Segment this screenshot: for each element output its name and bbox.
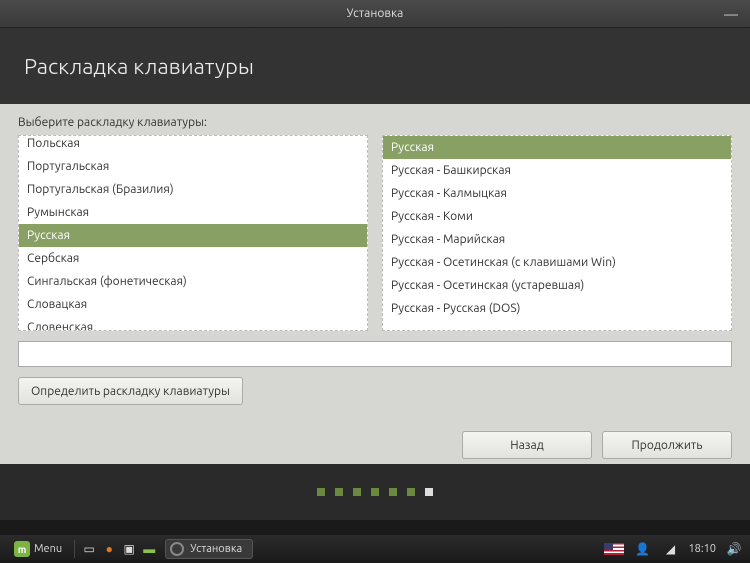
firefox-icon[interactable]: ● [100, 540, 118, 558]
page-title: Раскладка клавиатуры [24, 54, 254, 79]
taskbar-tray: 👤 ◢ 18:10 🔊 [604, 540, 744, 558]
layout-item[interactable]: Словацкая [19, 293, 367, 316]
layout-lists: ПольскаяПортугальскаяПортугальская (Браз… [18, 135, 732, 331]
show-desktop-icon[interactable]: ▭ [80, 540, 98, 558]
user-icon[interactable]: 👤 [633, 540, 651, 558]
progress-dot [389, 488, 397, 496]
layout-item[interactable]: Русская [19, 224, 367, 247]
variant-item[interactable]: Русская - Башкирская [383, 159, 731, 182]
taskbar-separator [74, 540, 75, 558]
installer-app-icon [170, 542, 184, 556]
variant-item[interactable]: Русская - Калмыцкая [383, 182, 731, 205]
layouts-listbox[interactable]: ПольскаяПортугальскаяПортугальская (Браз… [18, 135, 368, 331]
variant-item[interactable]: Русская - Осетинская (с клавишами Win) [383, 251, 731, 274]
detect-layout-button[interactable]: Определить раскладку клавиатуры [18, 377, 243, 405]
terminal-icon[interactable]: ▣ [120, 540, 138, 558]
continue-button[interactable]: Продолжить [602, 431, 732, 459]
variant-item[interactable]: Русская - Осетинская (устаревшая) [383, 274, 731, 297]
taskbar: m Menu ▭ ● ▣ ▬ Установка 👤 ◢ 18:10 🔊 [0, 535, 750, 563]
variant-item[interactable]: Русская - Марийская [383, 228, 731, 251]
prompt-label: Выберите раскладку клавиатуры: [18, 116, 732, 129]
progress-dot [407, 488, 415, 496]
layout-item[interactable]: Сербская [19, 247, 367, 270]
progress-dot [371, 488, 379, 496]
window-title: Установка [347, 7, 404, 20]
keyboard-test-input[interactable] [18, 341, 732, 367]
back-button[interactable]: Назад [462, 431, 592, 459]
taskbar-app-installer[interactable]: Установка [165, 539, 253, 559]
layout-item[interactable]: Португальская (Бразилия) [19, 178, 367, 201]
clock[interactable]: 18:10 [688, 543, 716, 555]
content-area: Выберите раскладку клавиатуры: ПольскаяП… [0, 104, 750, 464]
progress-dot [317, 488, 325, 496]
variants-listbox[interactable]: РусскаяРусская - БашкирскаяРусская - Кал… [382, 135, 732, 331]
window-titlebar: Установка — [0, 0, 750, 28]
taskbar-app-label: Установка [190, 543, 242, 555]
progress-dot [425, 488, 433, 496]
variant-item[interactable]: Русская [383, 136, 731, 159]
window-minimize-button[interactable]: — [724, 9, 738, 19]
variant-item[interactable]: Русская - Русская (DOS) [383, 297, 731, 320]
mint-logo-icon: m [14, 541, 30, 557]
keyboard-layout-flag-icon[interactable] [604, 543, 624, 555]
progress-dot [353, 488, 361, 496]
layout-item[interactable]: Словенская [19, 316, 367, 331]
network-icon[interactable]: ◢ [661, 540, 679, 558]
layout-item[interactable]: Португальская [19, 155, 367, 178]
progress-dot [335, 488, 343, 496]
nav-row: Назад Продолжить [18, 431, 732, 459]
menu-button[interactable]: m Menu [6, 539, 70, 559]
variant-item[interactable]: Русская - Коми [383, 205, 731, 228]
layout-item[interactable]: Польская [19, 135, 367, 155]
volume-icon[interactable]: 🔊 [725, 540, 743, 558]
progress-dots [0, 464, 750, 520]
header-band: Раскладка клавиатуры [0, 28, 750, 104]
menu-label: Menu [34, 543, 62, 555]
files-icon[interactable]: ▬ [140, 540, 158, 558]
layout-item[interactable]: Сингальская (фонетическая) [19, 270, 367, 293]
layout-item[interactable]: Румынская [19, 201, 367, 224]
